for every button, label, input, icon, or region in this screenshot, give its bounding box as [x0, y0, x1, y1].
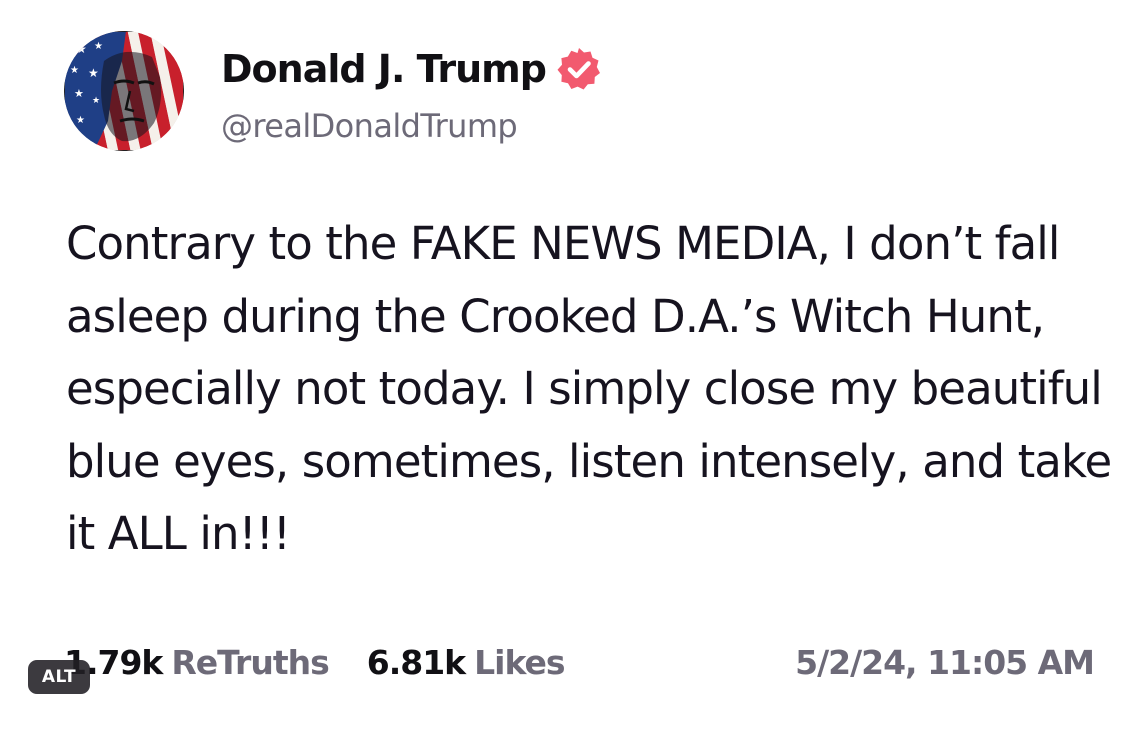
- author-handle[interactable]: @realDonaldTrump: [221, 107, 518, 145]
- author-avatar[interactable]: ★ ★ ★ ★ ★ ★ ★: [64, 31, 184, 151]
- alt-text-badge[interactable]: ALT: [28, 660, 90, 694]
- verified-badge-icon: [556, 46, 602, 92]
- retruths-stat[interactable]: 1.79k ReTruths: [64, 642, 330, 682]
- avatar-portrait-icon: ★ ★ ★ ★ ★ ★ ★: [64, 31, 184, 151]
- author-name-row: Donald J. Trump: [221, 43, 602, 95]
- svg-text:★: ★: [76, 115, 85, 126]
- svg-text:★: ★: [70, 65, 79, 76]
- svg-text:★: ★: [94, 41, 103, 52]
- post-stats-bar: 1.79k ReTruths 6.81k Likes 5/2/24, 11:05…: [64, 638, 1095, 686]
- retruths-label: ReTruths: [171, 642, 329, 682]
- post-timestamp[interactable]: 5/2/24, 11:05 AM: [795, 643, 1095, 682]
- likes-label: Likes: [474, 642, 565, 682]
- svg-text:★: ★: [74, 87, 84, 100]
- truth-post: ★ ★ ★ ★ ★ ★ ★ Donald J. Trump @realDonal…: [0, 0, 1140, 738]
- likes-count: 6.81k: [366, 642, 466, 682]
- svg-text:★: ★: [76, 42, 87, 56]
- svg-text:★: ★: [92, 96, 100, 106]
- svg-text:★: ★: [88, 66, 99, 80]
- author-display-name[interactable]: Donald J. Trump: [221, 47, 547, 91]
- likes-stat[interactable]: 6.81k Likes: [366, 642, 566, 682]
- post-body-text: Contrary to the FAKE NEWS MEDIA, I don’t…: [66, 217, 1112, 560]
